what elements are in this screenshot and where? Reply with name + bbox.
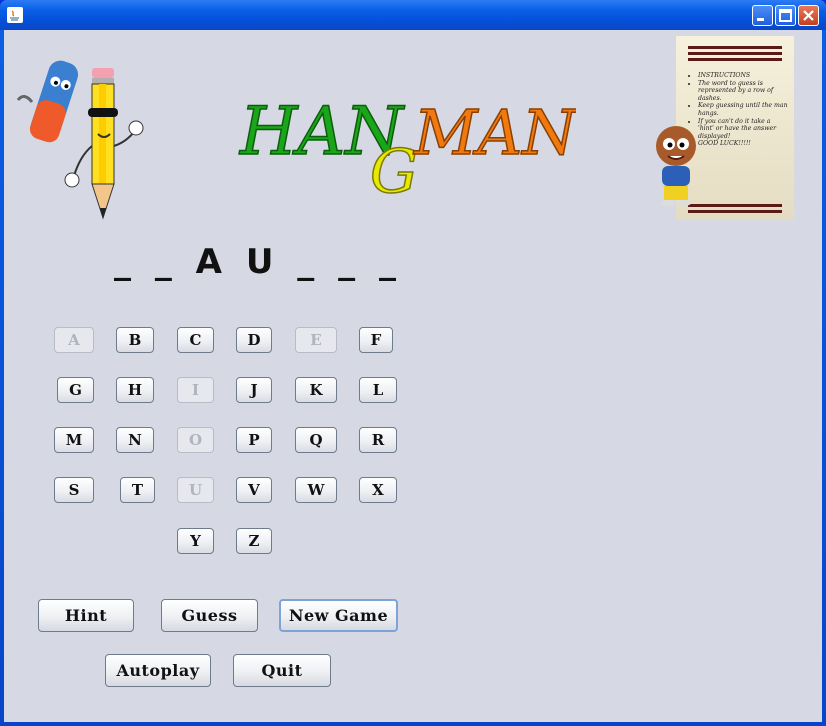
quit-button[interactable]: Quit <box>233 654 331 687</box>
instructions-item: GOOD LUCK!!!!! <box>698 140 788 148</box>
letter-button-s[interactable]: S <box>54 477 94 503</box>
autoplay-button[interactable]: Autoplay <box>105 654 211 687</box>
instructions-item: The word to guess is represented by a ro… <box>698 80 788 103</box>
letter-button-t[interactable]: T <box>120 477 155 503</box>
title-bar[interactable] <box>0 0 826 30</box>
letter-button-n[interactable]: N <box>116 427 154 453</box>
letter-button-a[interactable]: A <box>54 327 94 353</box>
letter-button-u[interactable]: U <box>177 477 214 503</box>
instructions-border-top <box>688 46 782 49</box>
word-display: _ _ A U _ _ _ <box>114 242 402 282</box>
letter-button-l[interactable]: L <box>359 377 397 403</box>
game-panel: HAN G MAN INSTRUCTIONS The word to guess… <box>4 30 822 722</box>
minimize-icon <box>757 18 764 21</box>
java-app-icon <box>7 7 23 23</box>
new-game-button[interactable]: New Game <box>279 599 398 632</box>
letter-button-o[interactable]: O <box>177 427 214 453</box>
instructions-border-bottom <box>688 210 782 213</box>
letter-button-i[interactable]: I <box>177 377 214 403</box>
letter-button-k[interactable]: K <box>295 377 337 403</box>
pencil-eraser-mascot-image <box>16 60 144 220</box>
letter-button-w[interactable]: W <box>295 477 337 503</box>
instructions-border-top <box>688 58 782 61</box>
letter-button-b[interactable]: B <box>116 327 154 353</box>
letter-button-e[interactable]: E <box>295 327 337 353</box>
svg-text:MAN: MAN <box>413 96 576 169</box>
letter-button-j[interactable]: J <box>236 377 272 403</box>
letter-button-q[interactable]: Q <box>295 427 337 453</box>
instructions-item: If you can't do it take a 'hint' or have… <box>698 118 788 141</box>
letter-button-d[interactable]: D <box>236 327 272 353</box>
letter-button-p[interactable]: P <box>236 427 272 453</box>
instructions-item: Keep guessing until the man hangs. <box>698 102 788 117</box>
letter-button-m[interactable]: M <box>54 427 94 453</box>
letter-button-z[interactable]: Z <box>236 528 272 554</box>
application-window: HAN G MAN INSTRUCTIONS The word to guess… <box>0 0 826 726</box>
close-icon <box>803 10 814 21</box>
maximize-button[interactable] <box>775 5 796 26</box>
maximize-icon <box>779 9 792 22</box>
letter-button-x[interactable]: X <box>359 477 397 503</box>
letter-button-r[interactable]: R <box>359 427 397 453</box>
boy-mascot-image <box>656 126 696 206</box>
close-button[interactable] <box>798 5 819 26</box>
hint-button[interactable]: Hint <box>38 599 134 632</box>
letter-button-h[interactable]: H <box>116 377 154 403</box>
letter-button-c[interactable]: C <box>177 327 214 353</box>
svg-text:G: G <box>370 137 418 204</box>
instructions-heading: INSTRUCTIONS <box>698 72 788 80</box>
minimize-button[interactable] <box>752 5 773 26</box>
guess-button[interactable]: Guess <box>161 599 258 632</box>
instructions-border-top <box>688 52 782 55</box>
letter-button-v[interactable]: V <box>236 477 272 503</box>
letter-button-f[interactable]: F <box>359 327 393 353</box>
letter-button-g[interactable]: G <box>57 377 94 403</box>
hangman-logo: HAN G MAN <box>238 92 576 204</box>
letter-button-y[interactable]: Y <box>177 528 214 554</box>
